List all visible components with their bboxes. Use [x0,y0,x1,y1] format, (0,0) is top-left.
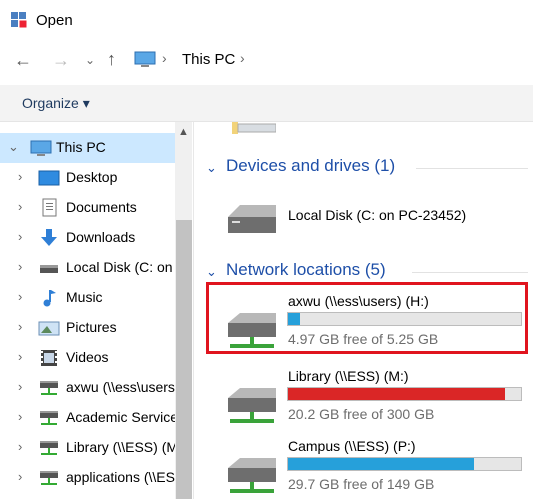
up-arrow-icon[interactable]: ↑ [107,49,116,70]
drive-name[interactable]: Local Disk (C: on PC-23452) [288,207,466,223]
documents-icon [38,198,60,218]
window-title: Open [36,12,73,29]
back-arrow-icon[interactable]: ← [14,50,32,71]
nav-item[interactable]: › Music [0,283,175,313]
nav-item[interactable]: › Desktop [0,163,175,193]
recent-locations-chevron-icon[interactable]: ⌄ [85,53,95,67]
nav-item[interactable]: › Pictures [0,313,175,343]
nav-item-label: applications (\\ESS) [66,469,175,485]
chevron-right-icon[interactable]: › [18,439,22,454]
nav-item[interactable]: › applications (\\ESS) [0,463,175,493]
nav-item[interactable]: › Local Disk (C: on PC-23452) [0,253,175,283]
nav-item-label: Local Disk (C: on PC-23452) [66,259,175,275]
network-drive-icon [38,378,60,398]
group-collapse-chevron-icon[interactable]: ⌄ [206,160,217,176]
drive-free-space: 20.2 GB free of 300 GB [288,406,435,422]
chevron-right-icon[interactable]: › [18,259,22,274]
nav-item-label: Desktop [66,169,118,185]
nav-item-label: Downloads [66,229,136,245]
group-header[interactable]: Devices and drives (1) [226,156,395,176]
chevron-right-icon[interactable]: › [18,319,22,334]
organize-button[interactable]: Organize ▾ [22,95,90,112]
nav-item[interactable]: › Academic Services [0,403,175,433]
music-icon [38,288,60,308]
nav-item-label: Pictures [66,319,117,335]
drive-usage-bar [287,457,522,471]
nav-item-label: Documents [66,199,137,215]
network-drive-icon [38,468,60,488]
downloads-icon [38,228,60,248]
forward-arrow-icon[interactable]: → [52,50,70,71]
nav-item[interactable]: › Downloads [0,223,175,253]
scroll-thumb[interactable] [176,220,192,499]
nav-item[interactable]: ⌄ This PC [0,133,175,163]
chevron-down-icon[interactable]: ⌄ [8,139,19,155]
chevron-right-icon[interactable]: › [18,379,22,394]
chevron-right-icon[interactable]: › [18,469,22,484]
nav-item-label: Library (\\ESS) (M:) [66,439,175,455]
breadcrumb-separator-icon[interactable]: › [162,50,167,66]
desktop-icon [38,168,60,188]
nav-item-label: Music [66,289,103,305]
network-drive-icon[interactable] [224,384,280,428]
drive-usage-bar [287,387,522,401]
title-bar [0,0,533,42]
videos-icon [38,348,60,368]
nav-item-label: Academic Services [66,409,175,425]
scroll-up-icon[interactable]: ▲ [178,126,189,138]
drive-usage-fill [288,388,505,400]
group-collapse-chevron-icon[interactable]: ⌄ [206,264,217,280]
chevron-right-icon[interactable]: › [18,289,22,304]
network-drive-icon [38,408,60,428]
drive-usage-fill [288,458,475,470]
pc-icon [134,51,156,67]
nav-item-label: This PC [56,139,106,155]
chevron-right-icon[interactable]: › [18,229,22,244]
pc-icon [30,138,52,158]
nav-item[interactable]: › Documents [0,193,175,223]
folder-thumbnail-icon [232,122,276,134]
pane-divider[interactable] [193,122,194,499]
local-disk-icon[interactable] [224,197,280,241]
nav-item[interactable]: › Videos [0,343,175,373]
group-divider-line [412,272,528,273]
chevron-right-icon[interactable]: › [18,199,22,214]
open-dialog-icon [11,12,28,29]
chevron-right-icon[interactable]: › [18,409,22,424]
breadcrumb-this-pc[interactable]: This PC [182,51,235,68]
chevron-right-icon[interactable]: › [18,349,22,364]
pictures-icon [38,318,60,338]
highlight-box [206,282,528,354]
network-drive-icon[interactable] [224,454,280,498]
group-header[interactable]: Network locations (5) [226,260,386,280]
chevron-right-icon[interactable]: › [18,169,22,184]
network-drive-icon [38,438,60,458]
nav-item-label: axwu (\\ess\users) (H:) [66,379,175,395]
drive-icon [38,258,60,278]
nav-item-label: Videos [66,349,109,365]
group-divider-line [416,168,528,169]
drive-free-space: 29.7 GB free of 149 GB [288,476,435,492]
breadcrumb-separator-icon[interactable]: › [240,50,245,66]
drive-name[interactable]: Library (\\ESS) (M:) [288,368,409,384]
nav-item[interactable]: › Library (\\ESS) (M:) [0,433,175,463]
nav-item[interactable]: › axwu (\\ess\users) (H:) [0,373,175,403]
drive-name[interactable]: Campus (\\ESS) (P:) [288,438,416,454]
